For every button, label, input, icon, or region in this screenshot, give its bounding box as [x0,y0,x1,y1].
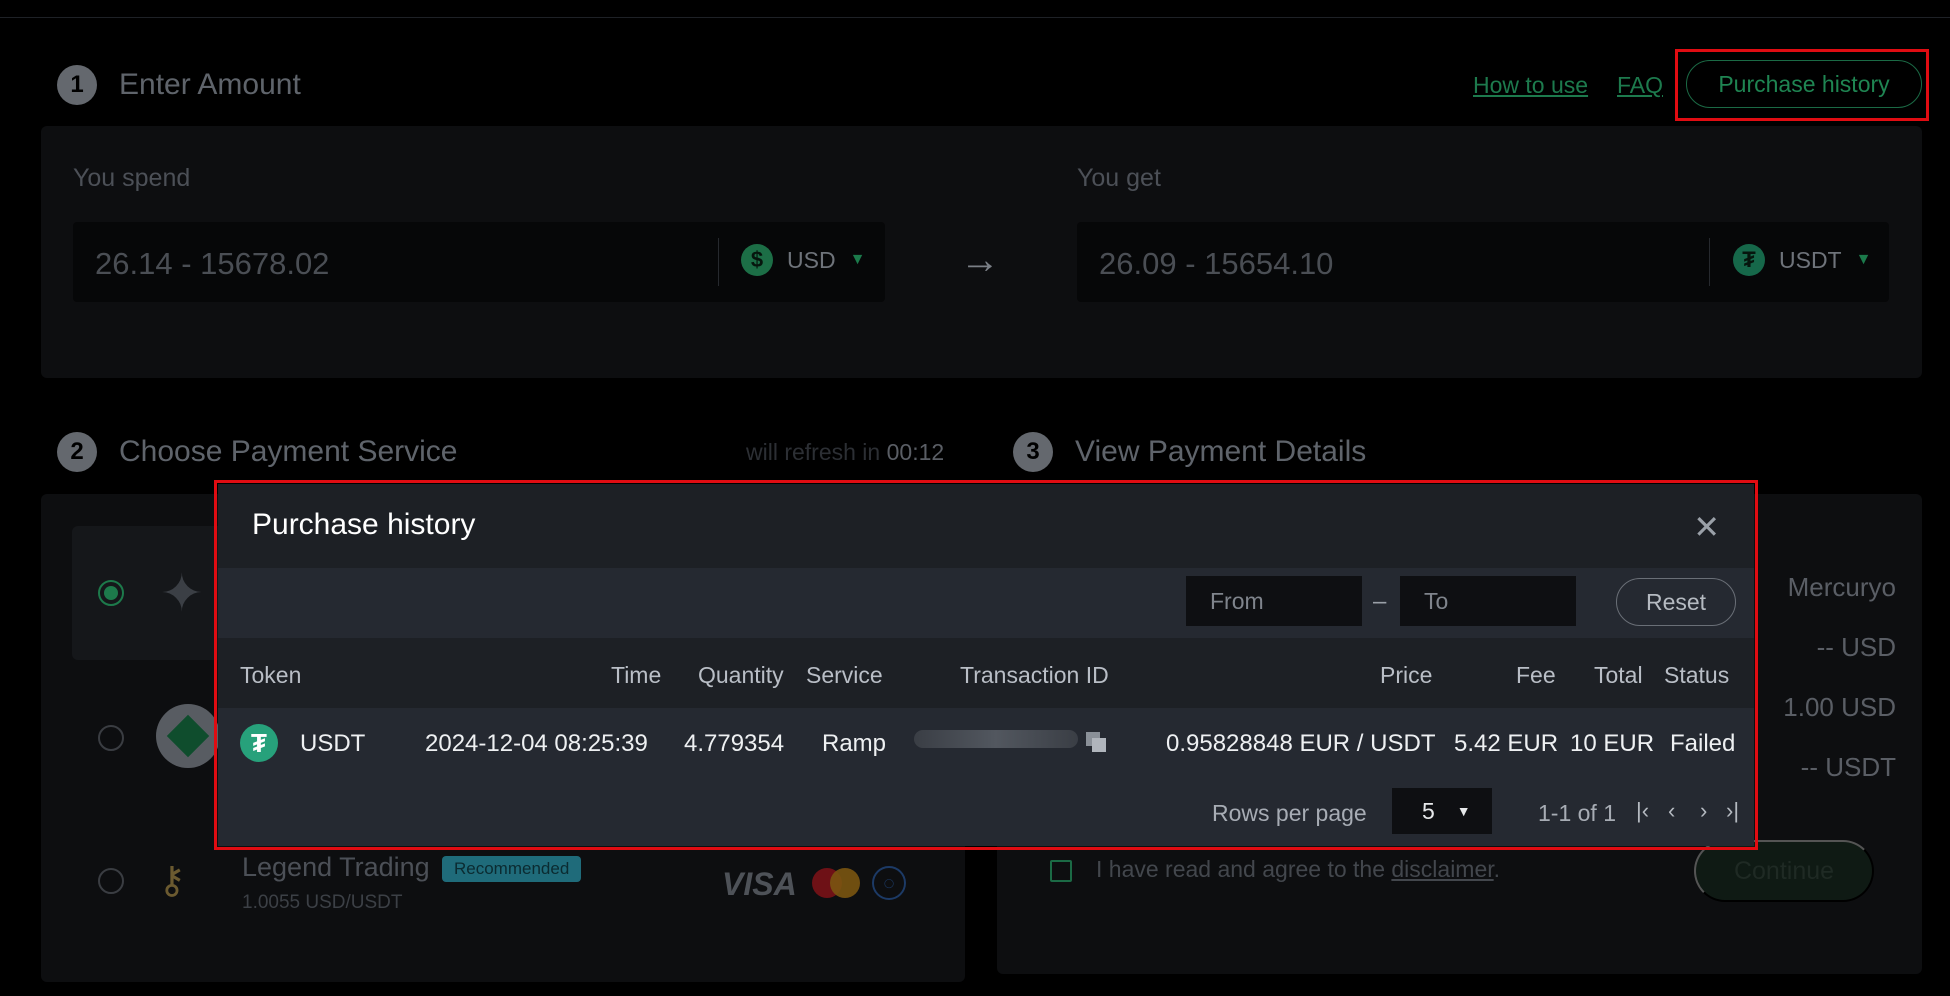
step-choose-payment: 2 Choose Payment Service [57,432,458,472]
rows-per-page-value: 5 [1422,797,1435,824]
column-service: Service [806,662,883,688]
step-title: View Payment Details [1075,435,1367,468]
visa-icon: VISA [722,866,797,902]
rows-per-page-label: Rows per page [1212,800,1367,826]
tether-icon: ₮ [240,724,278,762]
table-header: Token Time Quantity Service Transaction … [218,638,1754,708]
detail-line: -- USD [1816,632,1896,662]
page-range: 1-1 of 1 [1538,800,1616,826]
table-row[interactable]: ₮ USDT 2024-12-04 08:25:39 4.779354 Ramp… [218,708,1754,778]
cell-price: 0.95828848 EUR / USDT [1166,730,1436,757]
agree-prefix: I have read and agree to the [1096,856,1385,882]
cell-fee: 5.42 EUR [1454,730,1559,757]
column-status: Status [1664,662,1730,688]
cell-quantity: 4.779354 [684,730,785,757]
column-total: Total [1594,662,1643,688]
date-filter-bar: From – To Reset [218,568,1754,638]
faq-link[interactable]: FAQ [1617,72,1663,99]
close-icon[interactable]: ✕ [1693,508,1720,546]
agree-checkbox[interactable] [1050,860,1072,882]
first-page-icon[interactable]: |‹ [1636,798,1649,824]
step-title: Enter Amount [119,68,301,101]
input-separator [1709,238,1710,286]
you-spend-label: You spend [73,164,191,192]
agree-end: . [1493,856,1501,882]
step-enter-amount: 1 Enter Amount [57,65,301,105]
step-number: 2 [57,432,97,472]
copy-icon[interactable] [1086,732,1108,754]
cell-service: Ramp [822,730,887,757]
mercuryo-logo-icon: ✦ [160,565,204,623]
you-get-label: You get [1077,164,1161,192]
rows-per-page-select[interactable]: 5 ▼ [1392,788,1492,834]
ramp-logo-icon [156,704,220,768]
reset-button[interactable]: Reset [1616,578,1736,626]
how-to-use-link[interactable]: How to use [1473,72,1588,99]
get-placeholder: 26.09 - 15654.10 [1099,246,1334,281]
last-page-icon[interactable]: ›| [1726,798,1739,824]
globe-icon: ◯ [872,866,906,900]
refresh-timer: will refresh in 00:12 [746,439,944,466]
spend-placeholder: 26.14 - 15678.02 [95,246,330,281]
cell-total: 10 EUR [1570,730,1655,757]
service-radio[interactable] [98,725,124,751]
from-date-input[interactable]: From [1186,576,1362,626]
spend-currency-select[interactable]: $ USD ▼ [741,244,865,276]
next-page-icon[interactable]: › [1700,798,1707,824]
tether-icon: ₮ [1733,244,1765,276]
recommended-badge: Recommended [442,856,582,882]
step-number: 1 [57,65,97,105]
date-separator: – [1373,588,1387,615]
step-title: Choose Payment Service [119,435,458,468]
chevron-down-icon: ▼ [849,251,866,268]
purchase-history-modal: Purchase history ✕ From – To Reset Token… [218,484,1754,846]
prev-page-icon[interactable]: ‹ [1668,798,1675,824]
service-card-selected[interactable] [72,526,232,660]
column-transaction-id: Transaction ID [960,662,1109,688]
refresh-prefix: will refresh in [746,439,881,465]
continue-button[interactable]: Continue [1694,840,1874,902]
get-input[interactable]: 26.09 - 15654.10 ₮ USDT ▼ [1077,222,1889,302]
detail-line: 1.00 USD [1783,692,1896,722]
input-separator [718,238,719,286]
service-name: Legend Trading [242,852,430,882]
service-radio[interactable] [98,868,124,894]
service-rate: 1.0055 USD/USDT [242,892,403,913]
provider-name: Mercuryo [1787,572,1896,602]
cell-token: USDT [300,730,366,757]
refresh-time: 00:12 [886,439,945,465]
column-price: Price [1380,662,1433,688]
get-currency: USDT [1779,246,1842,273]
modal-title: Purchase history [252,508,476,541]
chevron-down-icon: ▼ [1855,251,1872,268]
top-divider [0,17,1950,18]
step-view-details: 3 View Payment Details [1013,432,1366,472]
detail-line: -- USDT [1800,752,1896,782]
agree-text: I have read and agree to the disclaimer. [1096,856,1500,883]
purchase-history-highlight [1675,49,1929,121]
cell-time: 2024-12-04 08:25:39 [425,730,648,757]
column-token: Token [240,662,302,688]
get-currency-select[interactable]: ₮ USDT ▼ [1733,244,1871,276]
caret-down-icon: ▼ [1456,803,1471,819]
transaction-id-redacted [914,730,1078,748]
column-time: Time [611,662,662,688]
cell-status: Failed [1670,730,1736,757]
service-radio-selected[interactable] [98,580,124,606]
arrow-right-icon: → [960,238,1000,282]
key-icon: ⚷ [158,860,186,902]
disclaimer-link[interactable]: disclaimer [1391,856,1493,882]
column-quantity: Quantity [698,662,784,688]
spend-currency: USD [787,246,836,273]
dollar-icon: $ [741,244,773,276]
table-pagination: Rows per page 5 ▼ 1-1 of 1 |‹ ‹ › ›| [218,778,1754,846]
to-date-input[interactable]: To [1400,576,1576,626]
step-number: 3 [1013,432,1053,472]
column-fee: Fee [1516,662,1556,688]
spend-input[interactable]: 26.14 - 15678.02 $ USD ▼ [73,222,885,302]
